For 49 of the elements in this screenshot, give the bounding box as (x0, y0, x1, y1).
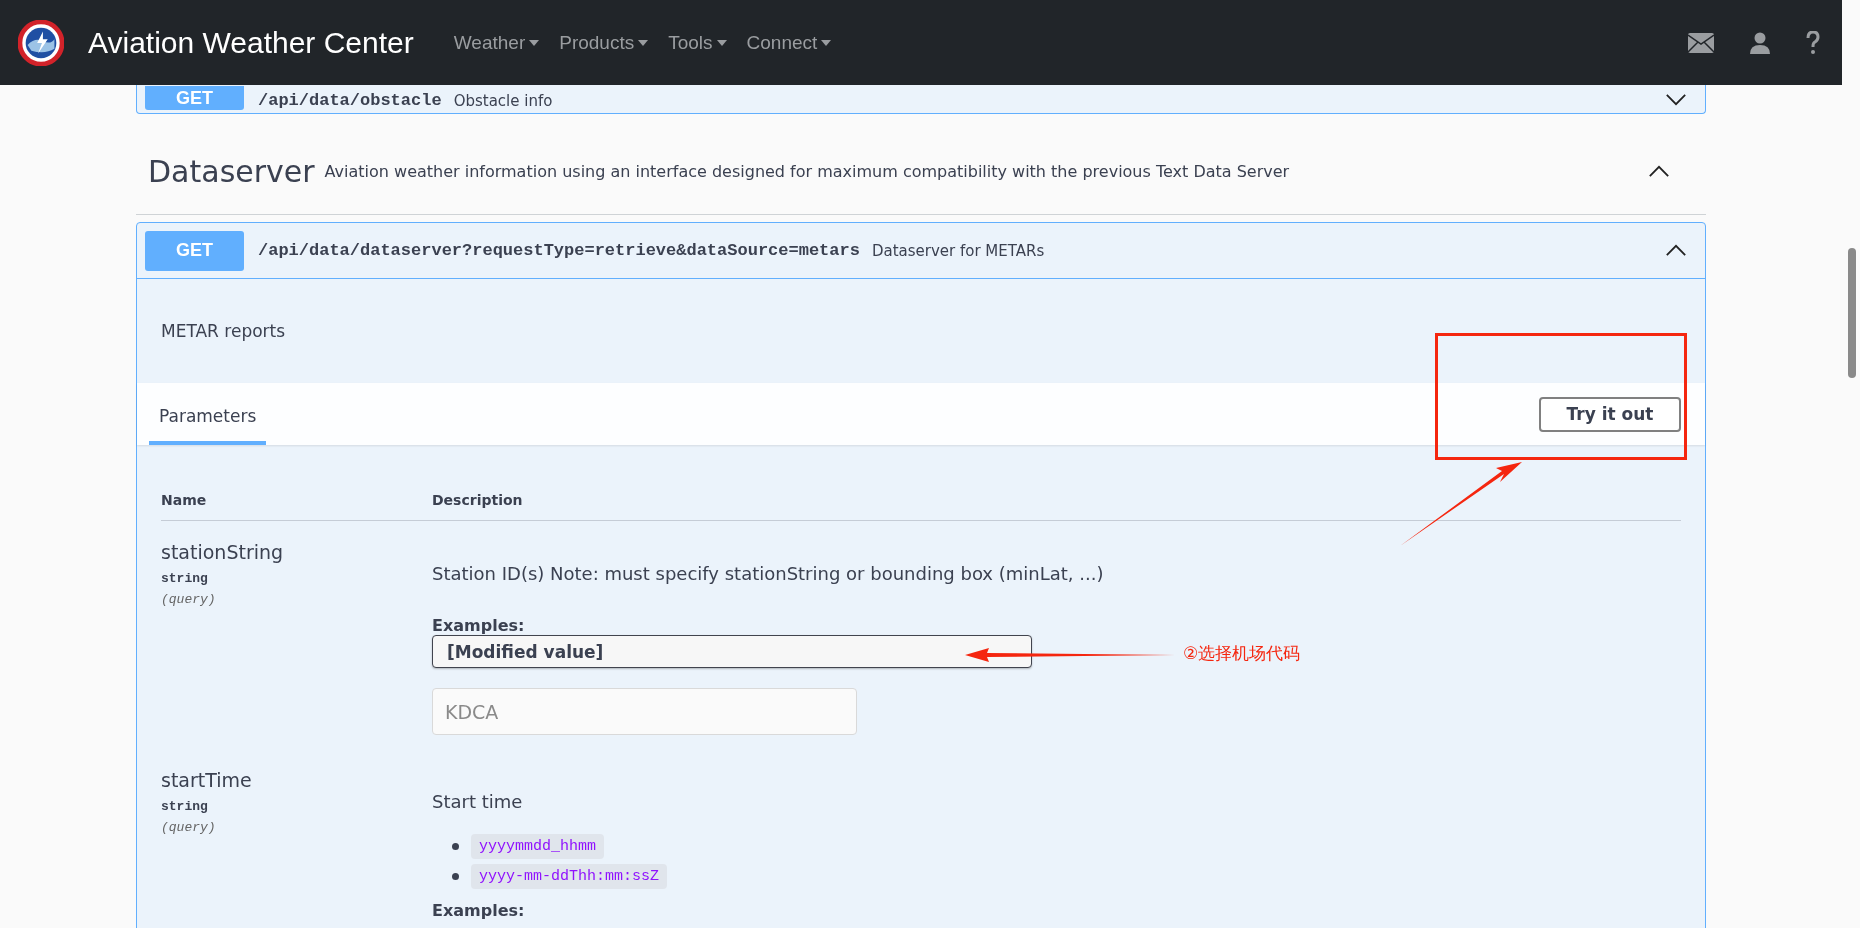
format-code: yyyymmdd_hhmm (471, 834, 605, 859)
parameter-name: startTime (161, 769, 252, 791)
format-code: yyyy-mm-ddThh:mm:ssZ (471, 864, 668, 889)
chevron-down-icon[interactable] (1665, 93, 1687, 106)
chevron-up-icon[interactable] (1648, 164, 1670, 178)
bullet-icon (452, 843, 459, 850)
parameter-name: stationString (161, 541, 284, 563)
parameter-description: Station ID(s) Note: must specify stationString or bounding box (minLat, ...) (432, 563, 1104, 584)
section-title: Dataserver (148, 152, 315, 189)
try-it-out-button[interactable]: Try it out (1539, 396, 1681, 432)
method-badge: GET (145, 86, 244, 110)
parameter-type: string (161, 799, 208, 814)
nav-menu[interactable]: Weather (443, 25, 550, 60)
operation-path: /api/data/dataserver?requestType=retrieve&dataSource=metars (258, 241, 860, 260)
parameter-location: (query) (161, 820, 216, 835)
examples-label: Examples: (432, 616, 525, 635)
column-header: Name (161, 492, 208, 508)
help-icon[interactable] (1806, 30, 1820, 55)
example-select[interactable]: [Modified value] (432, 635, 1032, 668)
parameter-type: string (161, 571, 208, 586)
examples-label: Examples: (432, 901, 525, 920)
chevron-up-icon[interactable] (1665, 244, 1687, 257)
site-title[interactable]: Aviation Weather Center (88, 25, 414, 60)
parameter-description: Start time (432, 791, 523, 812)
bullet-icon (452, 873, 459, 880)
parameters-tab[interactable]: Parameters (149, 383, 267, 445)
parameter-location: (query) (161, 592, 216, 607)
operation-header[interactable]: GET /api/data/dataserver?requestType=retrieve&dataSource=metars Dataserver for METARs (137, 223, 1705, 279)
nav-menu[interactable]: Tools (658, 25, 737, 60)
method-badge: GET (145, 230, 244, 271)
nav-menu[interactable]: Connect (736, 25, 842, 60)
annotation-label: ②选择机场代码 (1183, 642, 1301, 665)
operation-description: METAR reports (161, 321, 286, 341)
operation-summary: Obstacle info (453, 92, 553, 110)
caret-icon (638, 39, 649, 46)
section-description: Aviation weather information using an interface designed for maximum compatibility with the previous Text Data Server (324, 160, 1290, 181)
caret-icon (716, 39, 727, 46)
operation-summary: Dataserver for METARs (871, 241, 1045, 260)
section-header[interactable]: Dataserver Aviation weather information using an interface designed for maximum compatibility with the previous Text Data Server (136, 114, 1706, 215)
logo-icon[interactable] (18, 19, 64, 66)
column-header: Description (432, 492, 523, 508)
nav-menu[interactable]: Products (549, 25, 659, 60)
operation-block[interactable]: GET /api/data/obstacle Obstacle info (136, 85, 1706, 114)
parameter-input[interactable]: KDCA (432, 688, 857, 735)
envelope-icon[interactable] (1688, 32, 1714, 53)
caret-icon (529, 39, 540, 46)
caret-icon (821, 39, 832, 46)
operation-path: /api/data/obstacle (258, 91, 442, 110)
user-icon[interactable] (1750, 31, 1770, 54)
